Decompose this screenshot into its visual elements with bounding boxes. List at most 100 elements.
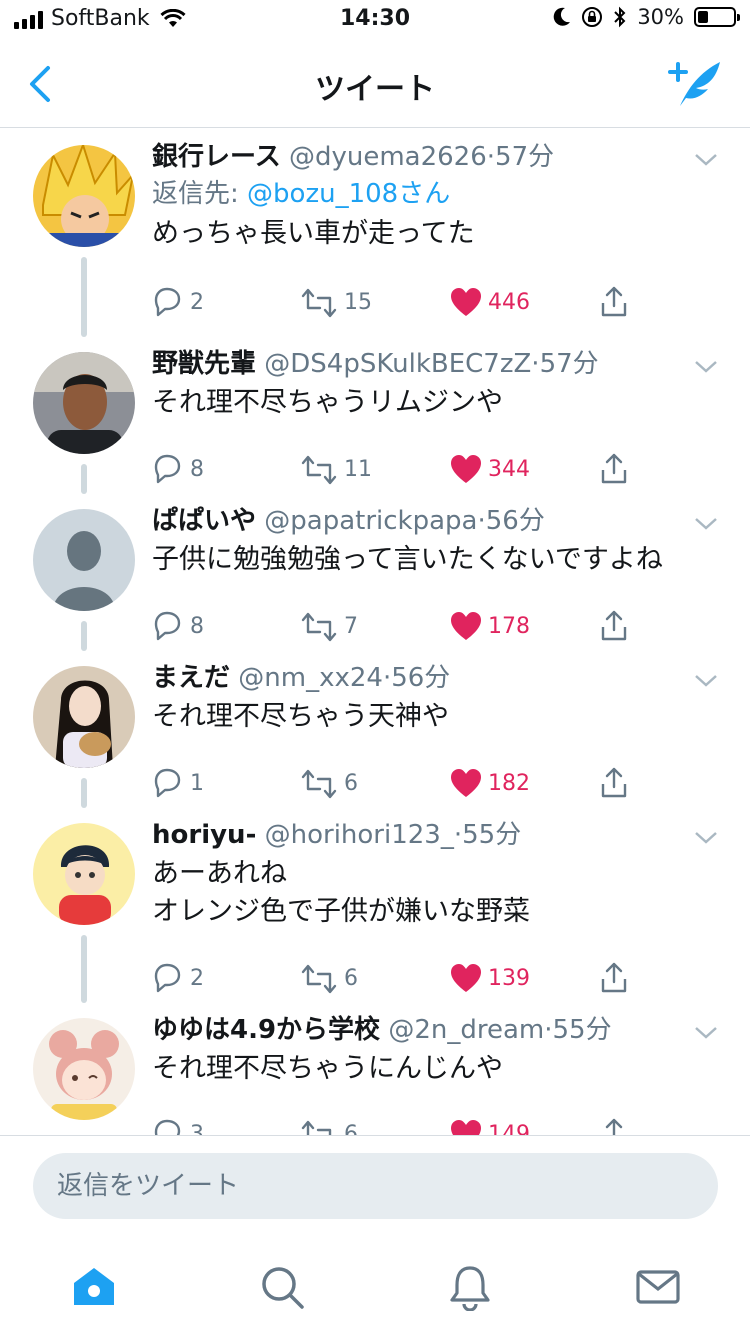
tweet-text-line: オレンジ色で子供が嫌いな野菜 xyxy=(152,896,530,927)
chevron-down-icon[interactable] xyxy=(694,517,718,531)
battery-percent: 30% xyxy=(637,5,684,29)
chevron-down-icon[interactable] xyxy=(694,674,718,688)
share-icon xyxy=(601,286,627,317)
retweet-icon xyxy=(301,612,337,642)
retweet-button[interactable]: 11 xyxy=(300,451,372,487)
tweet-text-line: めっちゃ長い車が走ってた xyxy=(152,218,475,249)
heart-icon xyxy=(451,964,481,992)
retweet-icon xyxy=(301,288,337,318)
user-handle[interactable]: @dyuema2626 xyxy=(289,142,487,172)
retweet-button[interactable]: 6 xyxy=(300,765,358,801)
retweet-count: 6 xyxy=(344,770,358,796)
avatar[interactable] xyxy=(33,666,135,768)
reply-bar: 返信をツイート xyxy=(0,1135,750,1235)
status-bar: SoftBank 14:30 30% xyxy=(0,0,750,40)
tweet-header: horiyu- @horihori123_·55分 xyxy=(152,820,522,850)
share-button[interactable] xyxy=(600,608,634,644)
like-button[interactable]: 149 xyxy=(450,1116,530,1135)
display-name[interactable]: ゆゆは4.9から学校 xyxy=(152,1015,380,1045)
heart-icon xyxy=(451,769,481,797)
user-handle[interactable]: @DS4pSKulkBEC7zZ xyxy=(264,349,531,379)
reply-to-handle[interactable]: @bozu_108さん xyxy=(247,179,450,209)
share-button[interactable] xyxy=(600,1116,634,1135)
thread-connector xyxy=(81,464,87,494)
share-button[interactable] xyxy=(600,765,634,801)
avatar[interactable] xyxy=(33,145,135,247)
tweet[interactable]: ゆゆは4.9から学校 @2n_dream·55分 それ理不尽ちゃうにんじんや 3… xyxy=(0,1002,750,1135)
reply-count: 8 xyxy=(190,456,204,482)
reply-button[interactable]: 2 xyxy=(152,284,204,320)
messages-envelope-icon[interactable] xyxy=(634,1263,682,1311)
tweet-time: 55分 xyxy=(552,1015,612,1045)
reply-button[interactable]: 1 xyxy=(152,765,204,801)
reply-button[interactable]: 2 xyxy=(152,960,204,996)
reply-timeline[interactable]: 銀行レース @dyuema2626·57分 返信先: @bozu_108さん め… xyxy=(0,129,750,1135)
search-icon[interactable] xyxy=(258,1263,306,1311)
avatar[interactable] xyxy=(33,1018,135,1120)
reply-button[interactable]: 8 xyxy=(152,451,204,487)
user-handle[interactable]: @nm_xx24 xyxy=(238,663,383,693)
like-button[interactable]: 182 xyxy=(450,765,530,801)
user-handle[interactable]: @horihori123_ xyxy=(265,820,454,850)
chevron-down-icon[interactable] xyxy=(694,831,718,845)
user-handle[interactable]: @papatrickpapa xyxy=(264,506,477,536)
share-icon xyxy=(601,962,627,993)
tweet-time: 55分 xyxy=(462,820,522,850)
chevron-down-icon[interactable] xyxy=(694,153,718,167)
avatar[interactable] xyxy=(33,352,135,454)
like-count: 149 xyxy=(488,1121,530,1136)
retweet-count: 6 xyxy=(344,965,358,991)
tweet[interactable]: まえだ @nm_xx24·56分 それ理不尽ちゃう天神や 1 6 182 xyxy=(0,650,750,808)
chevron-down-icon[interactable] xyxy=(694,360,718,374)
retweet-icon xyxy=(301,455,337,485)
tweet-actions: 8 11 344 xyxy=(152,451,642,487)
reply-count: 8 xyxy=(190,613,204,639)
retweet-button[interactable]: 15 xyxy=(300,284,372,320)
retweet-button[interactable]: 7 xyxy=(300,608,358,644)
tweet-header: ぱぱいや @papatrickpapa·56分 xyxy=(152,506,545,536)
retweet-button[interactable]: 6 xyxy=(300,1116,358,1135)
tweet-actions: 3 6 149 xyxy=(152,1116,642,1135)
user-handle[interactable]: @2n_dream xyxy=(388,1015,544,1045)
reply-button[interactable]: 3 xyxy=(152,1116,204,1135)
display-name[interactable]: horiyu- xyxy=(152,820,256,850)
share-icon xyxy=(601,767,627,798)
compose-tweet-icon[interactable] xyxy=(666,58,724,110)
like-button[interactable]: 139 xyxy=(450,960,530,996)
notifications-bell-icon[interactable] xyxy=(446,1263,494,1311)
like-button[interactable]: 344 xyxy=(450,451,530,487)
home-icon[interactable] xyxy=(70,1263,118,1311)
thread-connector xyxy=(81,621,87,651)
tweet[interactable]: 銀行レース @dyuema2626·57分 返信先: @bozu_108さん め… xyxy=(0,129,750,337)
reply-icon xyxy=(154,454,181,484)
like-count: 139 xyxy=(488,965,530,991)
avatar[interactable] xyxy=(33,509,135,611)
display-name[interactable]: ぱぱいや xyxy=(152,506,256,536)
share-icon xyxy=(601,610,627,641)
reply-to-label: 返信先: xyxy=(152,179,239,209)
tweet-actions: 2 6 139 xyxy=(152,960,642,996)
share-button[interactable] xyxy=(600,960,634,996)
display-name[interactable]: まえだ xyxy=(152,663,230,693)
like-button[interactable]: 446 xyxy=(450,284,530,320)
like-count: 446 xyxy=(488,289,530,315)
tweet[interactable]: ぱぱいや @papatrickpapa·56分 子供に勉強勉強って言いたくないで… xyxy=(0,493,750,651)
tweet[interactable]: horiyu- @horihori123_·55分 あーあれね オレンジ色で子供… xyxy=(0,807,750,1003)
avatar[interactable] xyxy=(33,823,135,925)
share-button[interactable] xyxy=(600,284,634,320)
navigation-bar: ツイート xyxy=(0,40,750,128)
reply-icon xyxy=(154,1119,181,1135)
display-name[interactable]: 銀行レース xyxy=(152,142,281,172)
display-name[interactable]: 野獣先輩 xyxy=(152,349,256,379)
chevron-down-icon[interactable] xyxy=(694,1026,718,1040)
reply-button[interactable]: 8 xyxy=(152,608,204,644)
thread-connector xyxy=(81,778,87,808)
reply-count: 1 xyxy=(190,770,204,796)
heart-icon xyxy=(451,612,481,640)
share-button[interactable] xyxy=(600,451,634,487)
like-button[interactable]: 178 xyxy=(450,608,530,644)
reply-input[interactable]: 返信をツイート xyxy=(33,1153,718,1219)
retweet-count: 6 xyxy=(344,1121,358,1136)
retweet-button[interactable]: 6 xyxy=(300,960,358,996)
tweet[interactable]: 野獣先輩 @DS4pSKulkBEC7zZ·57分 それ理不尽ちゃうリムジンや … xyxy=(0,336,750,494)
